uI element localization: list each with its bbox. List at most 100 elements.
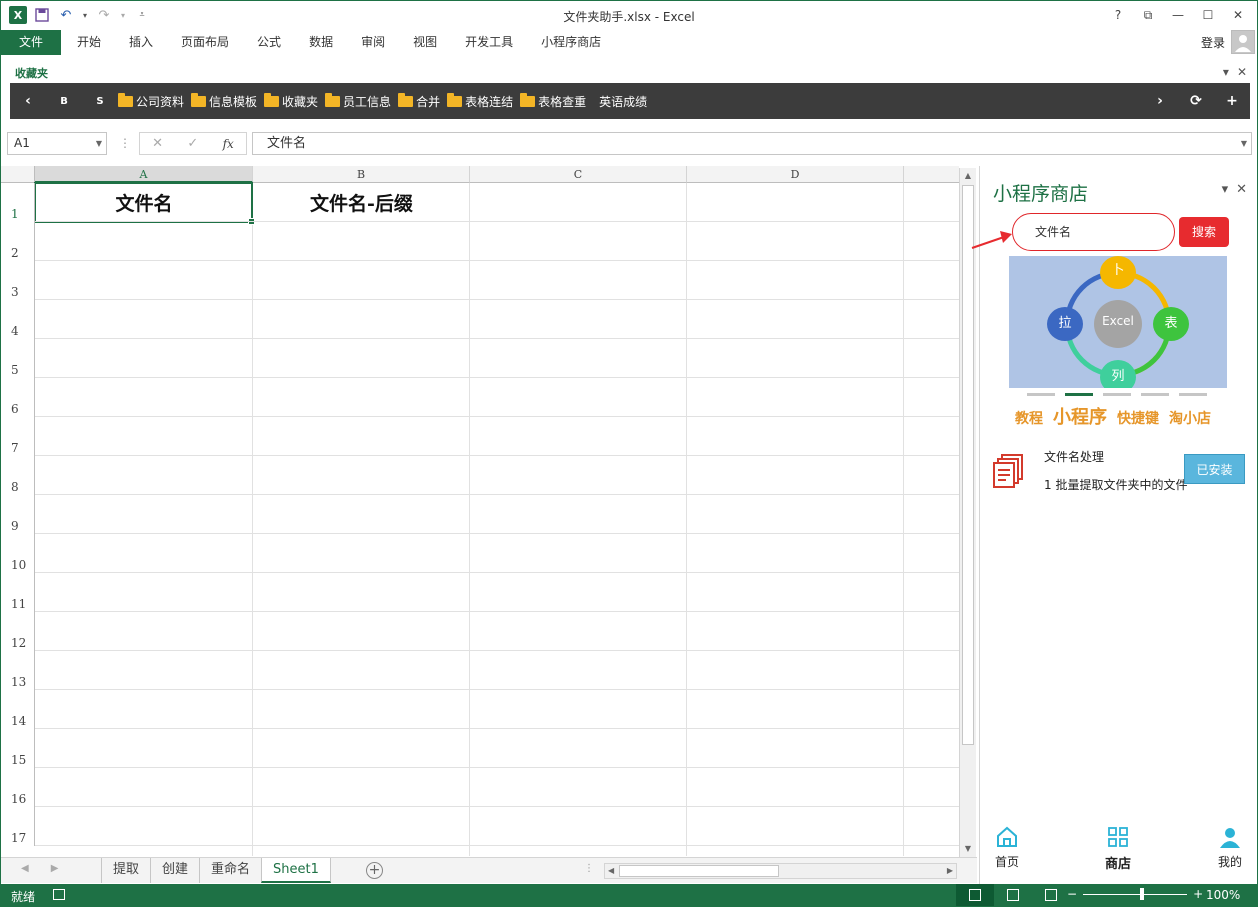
favorites-folder-company[interactable]: 公司资料 xyxy=(118,92,184,110)
formula-input[interactable]: 文件名 ▼ xyxy=(252,132,1252,155)
favorites-letter-b[interactable]: B xyxy=(46,96,82,107)
row-header[interactable]: 4 xyxy=(1,300,35,339)
zoom-thumb[interactable] xyxy=(1140,887,1145,900)
column-header-d[interactable]: D xyxy=(687,166,904,183)
row-header[interactable]: 10 xyxy=(1,534,35,573)
column-header-b[interactable]: B xyxy=(253,166,470,183)
chevron-down-icon[interactable]: ▼ xyxy=(96,133,102,154)
ribbon-display-icon[interactable]: ⧉ xyxy=(1135,5,1161,25)
avatar[interactable] xyxy=(1231,30,1255,54)
cancel-icon[interactable]: ✕ xyxy=(152,136,163,151)
row-header[interactable]: 2 xyxy=(1,222,35,261)
tab-view[interactable]: 视图 xyxy=(399,30,451,55)
row-header[interactable]: 13 xyxy=(1,651,35,690)
minimize-icon[interactable]: — xyxy=(1165,5,1191,25)
chevron-down-icon[interactable]: ▼ xyxy=(1241,133,1247,154)
store-banner[interactable]: Excel 卜 拉 表 列 xyxy=(1009,256,1227,388)
store-app-card[interactable]: 文件名处理 1 批量提取文件夹中的文件 已安装 xyxy=(990,448,1248,498)
column-header-a[interactable]: A xyxy=(35,166,253,183)
favorites-folder-favorites[interactable]: 收藏夹 xyxy=(264,92,318,110)
scroll-up-icon[interactable]: ▲ xyxy=(960,168,976,184)
cell-b1[interactable]: 文件名-后缀 xyxy=(253,183,470,222)
close-icon[interactable]: ✕ xyxy=(1237,65,1247,79)
confirm-icon[interactable]: ✓ xyxy=(187,136,198,151)
macro-record-icon[interactable] xyxy=(53,889,65,900)
tab-insert[interactable]: 插入 xyxy=(115,30,167,55)
carousel-dot-active[interactable] xyxy=(1065,393,1093,396)
tab-page-layout[interactable]: 页面布局 xyxy=(167,30,243,55)
tab-file[interactable]: 文件 xyxy=(1,30,61,55)
scroll-thumb[interactable] xyxy=(619,865,779,877)
sheet-tab-extract[interactable]: 提取 xyxy=(101,858,150,883)
row-header[interactable]: 6 xyxy=(1,378,35,417)
sheet-next-icon[interactable]: ▶ xyxy=(51,863,59,874)
nav-store[interactable]: 商店 xyxy=(1088,826,1148,872)
tab-mini-program-store[interactable]: 小程序商店 xyxy=(527,30,615,55)
zoom-out-icon[interactable]: − xyxy=(1067,887,1077,901)
sheet-prev-icon[interactable]: ◀ xyxy=(21,863,29,874)
row-header[interactable]: 17 xyxy=(1,807,35,846)
zoom-level[interactable]: 100% xyxy=(1206,888,1240,902)
menu-mini-program[interactable]: 小程序 xyxy=(1053,403,1107,429)
page-layout-view-icon[interactable] xyxy=(994,884,1032,906)
zoom-track[interactable] xyxy=(1083,887,1188,900)
chevron-down-icon[interactable]: ▾ xyxy=(1222,182,1229,197)
help-icon[interactable]: ? xyxy=(1105,5,1131,25)
column-header-e[interactable] xyxy=(904,166,959,183)
favorites-folder-templates[interactable]: 信息模板 xyxy=(191,92,257,110)
row-header[interactable]: 8 xyxy=(1,456,35,495)
tabs-splitter-icon[interactable]: ⋮ xyxy=(584,863,594,874)
chevron-down-icon[interactable]: ▾ xyxy=(1223,65,1229,79)
close-icon[interactable]: ✕ xyxy=(1225,5,1251,25)
carousel-dot[interactable] xyxy=(1179,393,1207,396)
row-header[interactable]: 15 xyxy=(1,729,35,768)
chevron-left-icon[interactable]: ‹ xyxy=(10,93,46,109)
tab-review[interactable]: 审阅 xyxy=(347,30,399,55)
menu-taobao-shop[interactable]: 淘小店 xyxy=(1169,408,1211,428)
favorites-folder-dedupe[interactable]: 表格查重 xyxy=(520,92,586,110)
row-header[interactable]: 12 xyxy=(1,612,35,651)
sheet-tab-sheet1[interactable]: Sheet1 xyxy=(261,858,331,883)
tab-formulas[interactable]: 公式 xyxy=(243,30,295,55)
carousel-dot[interactable] xyxy=(1141,393,1169,396)
tab-developer[interactable]: 开发工具 xyxy=(451,30,527,55)
nav-home[interactable]: 首页 xyxy=(977,826,1037,870)
tab-home[interactable]: 开始 xyxy=(63,30,115,55)
login-link[interactable]: 登录 xyxy=(1201,34,1225,51)
scroll-right-icon[interactable]: ▶ xyxy=(947,864,953,878)
row-header[interactable]: 5 xyxy=(1,339,35,378)
scroll-left-icon[interactable]: ◀ xyxy=(608,864,614,878)
store-search-button[interactable]: 搜索 xyxy=(1179,217,1229,247)
favorites-folder-staff[interactable]: 员工信息 xyxy=(325,92,391,110)
favorites-folder-links[interactable]: 表格连结 xyxy=(447,92,513,110)
nav-mine[interactable]: 我的 xyxy=(1200,826,1258,870)
menu-tutorial[interactable]: 教程 xyxy=(1015,408,1043,428)
store-search-input[interactable]: 文件名 xyxy=(1012,213,1175,251)
favorites-folder-merge[interactable]: 合并 xyxy=(398,92,440,110)
maximize-icon[interactable]: ☐ xyxy=(1195,5,1221,25)
carousel-dot[interactable] xyxy=(1027,393,1055,396)
row-header[interactable]: 11 xyxy=(1,573,35,612)
row-header[interactable]: 14 xyxy=(1,690,35,729)
scroll-down-icon[interactable]: ▼ xyxy=(960,841,976,857)
vertical-scrollbar[interactable]: ▲ ▼ xyxy=(959,168,976,857)
carousel-dot[interactable] xyxy=(1103,393,1131,396)
row-header[interactable]: 3 xyxy=(1,261,35,300)
favorites-item-english-scores[interactable]: 英语成绩 xyxy=(599,93,647,110)
insert-function-icon[interactable]: fx xyxy=(223,137,234,151)
row-header[interactable]: 1 xyxy=(1,183,35,222)
row-header[interactable]: 7 xyxy=(1,417,35,456)
worksheet-grid[interactable]: A B C D 文件名 文件名-后缀 1 2 3 4 5 6 7 8 9 10 11 12 13 14 15… xyxy=(1,166,959,856)
add-icon[interactable]: + xyxy=(1214,93,1250,109)
favorites-letter-s[interactable]: S xyxy=(82,96,118,107)
select-all-corner[interactable] xyxy=(1,166,35,183)
scroll-thumb[interactable] xyxy=(962,185,974,745)
horizontal-scrollbar[interactable]: ◀ ▶ xyxy=(604,863,957,879)
sheet-tab-rename[interactable]: 重命名 xyxy=(199,858,261,883)
chevron-right-icon[interactable]: › xyxy=(1142,93,1178,109)
normal-view-icon[interactable] xyxy=(956,884,994,906)
menu-shortcuts[interactable]: 快捷键 xyxy=(1117,408,1159,428)
sheet-tab-create[interactable]: 创建 xyxy=(150,858,199,883)
row-header[interactable]: 16 xyxy=(1,768,35,807)
column-header-c[interactable]: C xyxy=(470,166,687,183)
